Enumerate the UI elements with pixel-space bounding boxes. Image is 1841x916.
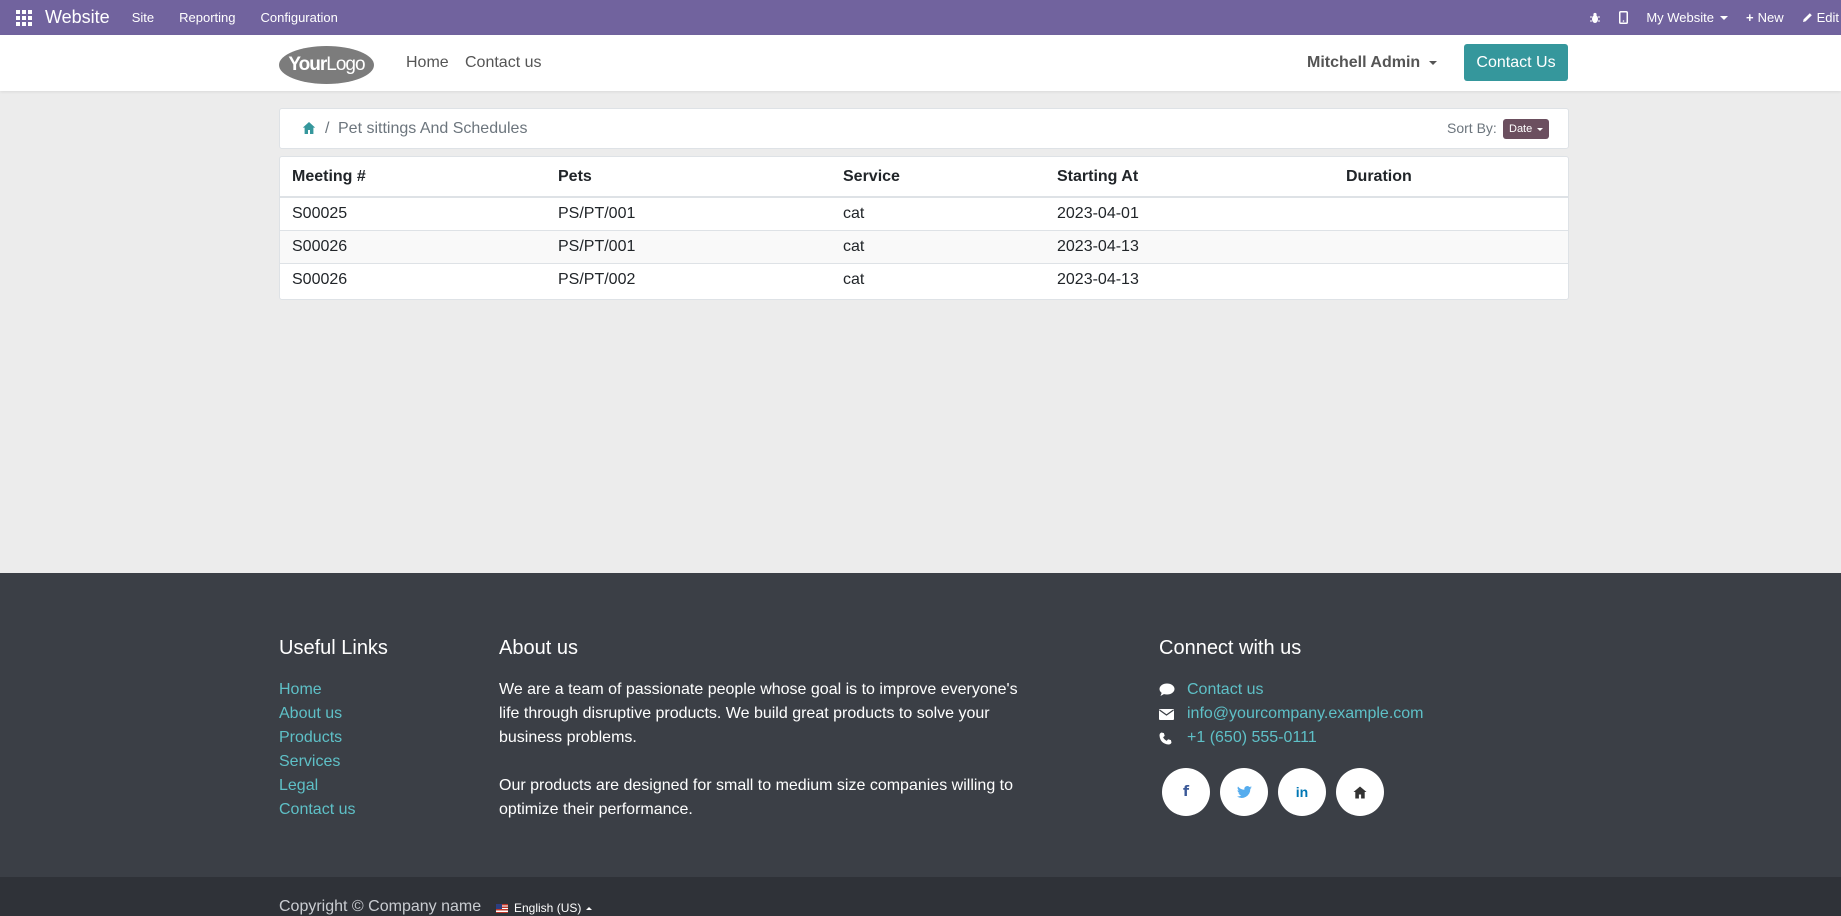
- table-row[interactable]: S00026 PS/PT/002 cat 2023-04-13: [280, 263, 1568, 296]
- column-header[interactable]: Starting At: [1045, 157, 1334, 198]
- linkedin-icon[interactable]: in: [1278, 768, 1326, 816]
- sort-dropdown[interactable]: Date: [1503, 119, 1550, 139]
- social-links: f in: [1162, 768, 1394, 816]
- twitter-icon[interactable]: [1220, 768, 1268, 816]
- breadcrumb-current: Pet sittings And Schedules: [338, 120, 528, 137]
- footer-link-about-us[interactable]: About us: [279, 702, 388, 726]
- table-cell: [1334, 230, 1568, 264]
- table-row[interactable]: S00025 PS/PT/001 cat 2023-04-01: [280, 197, 1568, 231]
- logo-text-light: Logo: [326, 54, 365, 75]
- debug-bug-icon[interactable]: [1589, 12, 1601, 24]
- table-cell: cat: [831, 230, 1045, 264]
- new-button[interactable]: + New: [1746, 10, 1784, 25]
- contact-link[interactable]: Contact us: [1187, 678, 1263, 702]
- us-flag-icon: [496, 903, 508, 913]
- chevron-up-icon: [586, 906, 593, 910]
- admin-right-tools: My Website + New Edit: [1589, 0, 1841, 35]
- site-header: Your Logo Home Contact us Mitchell Admin …: [0, 35, 1841, 91]
- edit-button-label: Edit: [1816, 10, 1839, 25]
- connect-title: Connect with us: [1159, 637, 1302, 659]
- table-cell: S00025: [280, 197, 546, 231]
- table-cell: 2023-04-13: [1057, 270, 1139, 288]
- envelope-icon: [1159, 708, 1187, 720]
- table-cell: 2023-04-13: [1045, 230, 1334, 264]
- home-icon[interactable]: [1336, 768, 1384, 816]
- sort-label: Sort By:: [1447, 120, 1497, 136]
- table-cell: S00026: [292, 270, 348, 288]
- footer-link-legal[interactable]: Legal: [279, 774, 388, 798]
- edit-button[interactable]: Edit: [1802, 10, 1839, 25]
- table-cell: [1334, 197, 1568, 231]
- table-cell: cat: [843, 270, 865, 288]
- phone-icon: [1159, 732, 1187, 745]
- menu-configuration[interactable]: Configuration: [260, 10, 337, 25]
- company-logo[interactable]: Your Logo: [279, 46, 374, 84]
- chevron-down-icon: [1537, 127, 1544, 131]
- language-selector[interactable]: English (US): [496, 901, 593, 915]
- schedules-table: Meeting # Pets Service Starting At Durat…: [279, 156, 1569, 300]
- facebook-icon[interactable]: f: [1162, 768, 1210, 816]
- footer-link-contact-us[interactable]: Contact us: [279, 798, 388, 822]
- language-label: English (US): [514, 901, 582, 915]
- useful-links-title: Useful Links: [279, 637, 388, 659]
- nav-contact-us[interactable]: Contact us: [465, 54, 541, 72]
- about-us-title: About us: [499, 637, 578, 659]
- table-cell: PS/PT/001: [546, 197, 831, 231]
- admin-bar: Website Site Reporting Configuration My …: [0, 0, 1841, 35]
- menu-reporting[interactable]: Reporting: [179, 10, 235, 25]
- connect-section: Connect with us Contact us info@yourcomp…: [1159, 637, 1424, 750]
- table-header-row: Meeting # Pets Service Starting At Durat…: [280, 157, 1568, 198]
- contact-link-row[interactable]: Contact us: [1159, 678, 1424, 702]
- breadcrumb: / Pet sittings And Schedules Sort By: Da…: [279, 108, 1569, 149]
- about-us-section: About us We are a team of passionate peo…: [499, 637, 1019, 822]
- new-button-label: New: [1757, 10, 1784, 25]
- about-us-paragraph: We are a team of passionate people whose…: [499, 681, 1018, 746]
- nav-home[interactable]: Home: [406, 54, 449, 72]
- chevron-down-icon: [1719, 15, 1728, 20]
- email-link[interactable]: info@yourcompany.example.com: [1187, 702, 1424, 726]
- comment-icon: [1159, 683, 1187, 697]
- column-header[interactable]: Meeting #: [280, 157, 546, 198]
- useful-links-section: Useful Links Home About us Products Serv…: [279, 637, 388, 822]
- table-cell: 2023-04-01: [1045, 197, 1334, 231]
- copyright-bar: Copyright © Company name English (US): [0, 877, 1841, 916]
- footer: Useful Links Home About us Products Serv…: [0, 573, 1841, 877]
- phone-row[interactable]: +1 (650) 555-0111: [1159, 726, 1424, 750]
- menu-site[interactable]: Site: [132, 10, 154, 25]
- column-header[interactable]: Duration: [1334, 157, 1568, 198]
- footer-link-products[interactable]: Products: [279, 726, 388, 750]
- mobile-preview-icon[interactable]: [1619, 11, 1629, 24]
- table-cell: PS/PT/002: [558, 270, 636, 288]
- home-icon[interactable]: [302, 121, 316, 135]
- footer-link-services[interactable]: Services: [279, 750, 388, 774]
- column-header[interactable]: Pets: [546, 157, 831, 198]
- app-brand[interactable]: Website: [45, 7, 110, 28]
- about-us-paragraph: Our products are designed for small to m…: [499, 777, 1014, 818]
- chevron-down-icon: [1429, 61, 1438, 65]
- footer-link-home[interactable]: Home: [279, 678, 388, 702]
- user-name: Mitchell Admin: [1307, 54, 1421, 71]
- apps-menu-icon[interactable]: [0, 0, 48, 35]
- breadcrumb-separator: /: [325, 120, 330, 137]
- contact-us-button[interactable]: Contact Us: [1464, 44, 1568, 81]
- logo-text-bold: Your: [288, 54, 327, 75]
- table-cell: [1334, 263, 1568, 296]
- plus-icon: +: [1745, 10, 1754, 25]
- website-selector[interactable]: My Website: [1646, 10, 1728, 25]
- phone-link[interactable]: +1 (650) 555-0111: [1187, 726, 1317, 750]
- table-cell: PS/PT/001: [546, 230, 831, 264]
- website-selector-label: My Website: [1646, 10, 1714, 25]
- copyright-text: Copyright © Company name: [279, 898, 482, 915]
- table-cell: cat: [831, 197, 1045, 231]
- sort-value: Date: [1509, 123, 1533, 135]
- column-header[interactable]: Service: [831, 157, 1045, 198]
- table-cell: S00026: [280, 230, 546, 264]
- user-menu[interactable]: Mitchell Admin: [1307, 54, 1438, 72]
- pencil-icon: [1802, 13, 1812, 22]
- table-row[interactable]: S00026 PS/PT/001 cat 2023-04-13: [280, 230, 1568, 264]
- email-row[interactable]: info@yourcompany.example.com: [1159, 702, 1424, 726]
